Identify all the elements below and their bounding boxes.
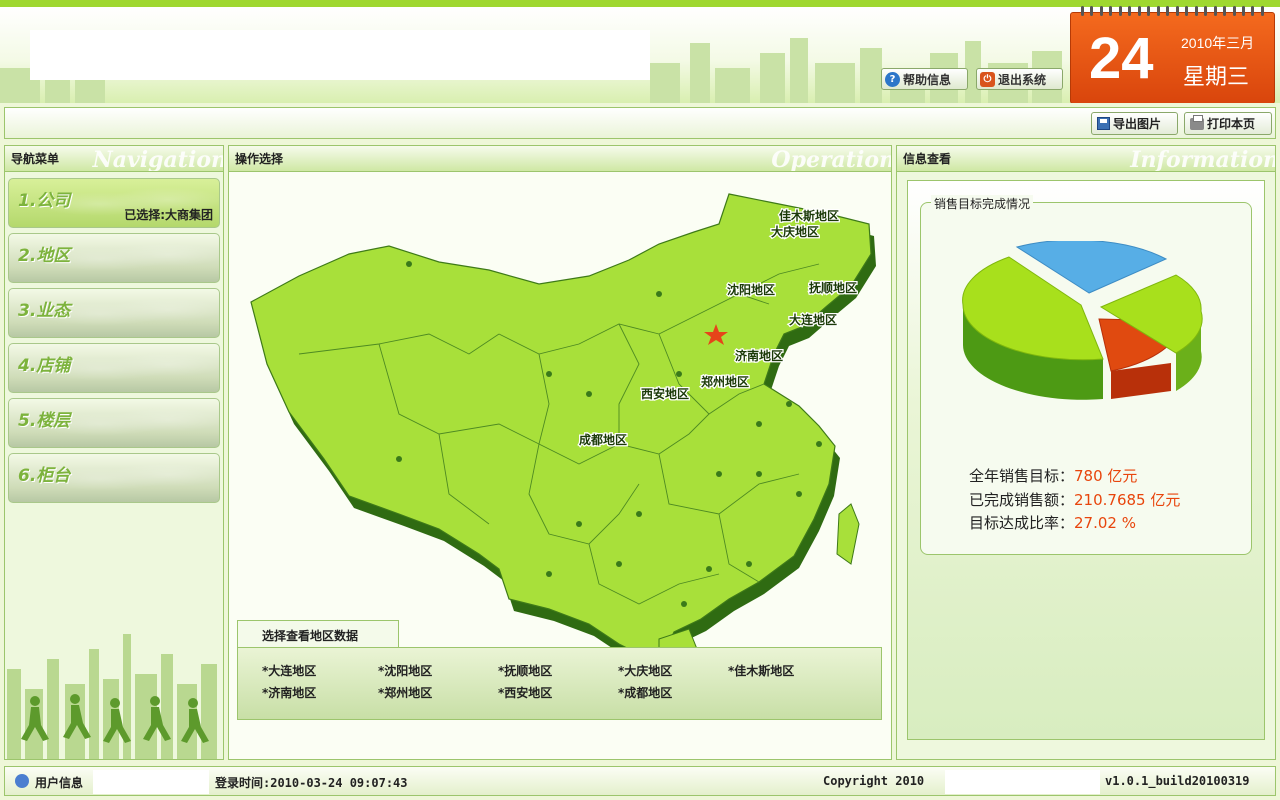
header: ? 帮助信息 ⏻ 退出系统 24 2010年三月 星期三: [0, 0, 1280, 103]
nav-item-counter[interactable]: 6.柜台: [8, 453, 220, 503]
sales-target-fieldset: 销售目标完成情况 全年销售目标：780 亿元 已完成销售额：210.7685 亿…: [920, 195, 1252, 555]
map-label-daqing[interactable]: 大庆地区: [770, 223, 821, 241]
nav-item-label: 1.公司: [18, 191, 71, 211]
region-link-fushun[interactable]: *抚顺地区: [498, 662, 552, 679]
save-disk-icon: [1097, 117, 1110, 130]
print-page-button[interactable]: 打印本页: [1184, 112, 1272, 135]
operation-panel: 操作选择 Operation 佳木斯地区 大庆地区 沈阳地区 抚顺地区 大连地区…: [228, 145, 892, 760]
calendar-weekday: 星期三: [1183, 65, 1250, 90]
navigation-title: 导航菜单: [11, 152, 60, 166]
company-name-area: [945, 770, 1100, 794]
annual-target-value: 780 亿元: [1074, 467, 1138, 485]
help-button[interactable]: ? 帮助信息: [881, 68, 968, 90]
exit-button[interactable]: ⏻ 退出系统: [976, 68, 1063, 90]
region-link-chengdu[interactable]: *成都地区: [618, 684, 672, 701]
map-label-jinan[interactable]: 济南地区: [734, 347, 785, 365]
region-link-zhengzhou[interactable]: *郑州地区: [378, 684, 432, 701]
nav-item-floor[interactable]: 5.楼层: [8, 398, 220, 448]
map-label-fushun[interactable]: 抚顺地区: [808, 279, 859, 297]
version-text: v1.0.1_build20100319: [1105, 774, 1250, 788]
toolbar: 导出图片 打印本页: [4, 107, 1276, 139]
power-icon: ⏻: [980, 71, 995, 87]
region-selector-tab: 选择查看地区数据: [237, 620, 399, 648]
world-map-background: [49, 458, 219, 500]
map-label-dalian[interactable]: 大连地区: [788, 311, 839, 329]
copyright-text: Copyright 2010: [823, 774, 925, 788]
export-image-label: 导出图片: [1113, 117, 1162, 131]
region-selector-box: *大连地区 *沈阳地区 *抚顺地区 *大庆地区 *佳木斯地区 *济南地区 *郑州…: [237, 647, 882, 720]
calendar-year-month: 2010年三月: [1181, 35, 1255, 51]
map-label-zhengzhou[interactable]: 郑州地区: [700, 373, 751, 391]
annual-target-label: 全年销售目标：: [969, 467, 1075, 485]
calendar-rings: [1081, 6, 1264, 16]
annual-target-stat: 全年销售目标：780 亿元: [969, 465, 1137, 486]
map-label-xian[interactable]: 西安地区: [640, 385, 691, 403]
region-link-dalian[interactable]: *大连地区: [262, 662, 316, 679]
china-mainland-shape: [250, 193, 872, 665]
logo-area: [30, 30, 650, 80]
information-content: 销售目标完成情况 全年销售目标：780 亿元 已完成销售额：210.7685 亿…: [907, 180, 1265, 740]
nav-item-label: 6.柜台: [18, 466, 71, 486]
status-bar: 用户信息 登录时间:2010-03-24 09:07:43 Copyright …: [4, 766, 1276, 796]
nav-item-company[interactable]: 1.公司 已选择:大商集团: [8, 178, 220, 228]
completed-sales-label: 已完成销售额：: [969, 491, 1075, 509]
login-time: 登录时间:2010-03-24 09:07:43: [215, 776, 408, 790]
map-label-chengdu[interactable]: 成都地区: [578, 431, 629, 449]
region-link-jinan[interactable]: *济南地区: [262, 684, 316, 701]
export-image-button[interactable]: 导出图片: [1091, 112, 1178, 135]
help-button-label: 帮助信息: [903, 72, 952, 87]
china-map[interactable]: 佳木斯地区 大庆地区 沈阳地区 抚顺地区 大连地区 济南地区 郑州地区 西安地区…: [239, 184, 879, 674]
region-link-daqing[interactable]: *大庆地区: [618, 662, 672, 679]
world-map-background: [49, 403, 219, 445]
region-link-xian[interactable]: *西安地区: [498, 684, 552, 701]
information-title: 信息查看: [903, 152, 952, 166]
world-map-background: [49, 293, 219, 335]
user-info-label: 用户信息: [35, 776, 84, 790]
operation-title: 操作选择: [235, 152, 284, 166]
region-link-shenyang[interactable]: *沈阳地区: [378, 662, 432, 679]
selected-company: 已选择:大商集团: [124, 208, 213, 222]
achievement-rate-stat: 目标达成比率：27.02 %: [969, 512, 1136, 533]
map-label-shenyang[interactable]: 沈阳地区: [726, 281, 777, 299]
map-label-jiamusi[interactable]: 佳木斯地区: [778, 207, 841, 225]
user-icon: [15, 774, 29, 788]
completed-sales-stat: 已完成销售额：210.7685 亿元: [969, 489, 1180, 510]
achievement-rate-value: 27.02 %: [1074, 514, 1136, 532]
username-area: [93, 770, 209, 794]
nav-item-label: 2.地区: [18, 246, 71, 266]
information-panel: 信息查看 Information 销售目标完成情况 全年销售目标：780 亿元: [896, 145, 1276, 760]
sales-pie-chart: [962, 241, 1203, 400]
nav-item-store[interactable]: 4.店铺: [8, 343, 220, 393]
exit-button-label: 退出系统: [998, 72, 1047, 87]
navigation-panel-header: 导航菜单 Navigation: [5, 146, 223, 172]
world-map-background: [49, 238, 219, 280]
operation-panel-header: 操作选择 Operation: [229, 146, 891, 172]
print-page-label: 打印本页: [1207, 117, 1256, 131]
nav-item-label: 5.楼层: [18, 411, 71, 431]
completed-sales-value: 210.7685 亿元: [1074, 491, 1181, 509]
nav-item-format[interactable]: 3.业态: [8, 288, 220, 338]
question-icon: ?: [885, 71, 900, 87]
calendar-day: 24: [1089, 26, 1154, 91]
navigation-panel: 导航菜单 Navigation 1.公司 已选择:大商集团 2.地区 3.业态 …: [4, 145, 224, 760]
information-watermark: Information: [1130, 147, 1275, 172]
nav-item-label: 4.店铺: [18, 356, 71, 376]
region-link-jiamusi[interactable]: *佳木斯地区: [728, 662, 794, 679]
nav-item-region[interactable]: 2.地区: [8, 233, 220, 283]
world-map-background: [49, 348, 219, 390]
achievement-rate-label: 目标达成比率：: [969, 514, 1075, 532]
operation-watermark: Operation: [771, 147, 891, 172]
nav-item-label: 3.业态: [18, 301, 71, 321]
navigation-watermark: Navigation: [92, 147, 223, 172]
calendar-widget: 24 2010年三月 星期三: [1070, 6, 1275, 103]
sales-target-legend: 销售目标完成情况: [931, 195, 1034, 212]
city-runners-decoration: [7, 634, 217, 759]
information-panel-header: 信息查看 Information: [897, 146, 1275, 172]
printer-icon: [1190, 114, 1204, 130]
